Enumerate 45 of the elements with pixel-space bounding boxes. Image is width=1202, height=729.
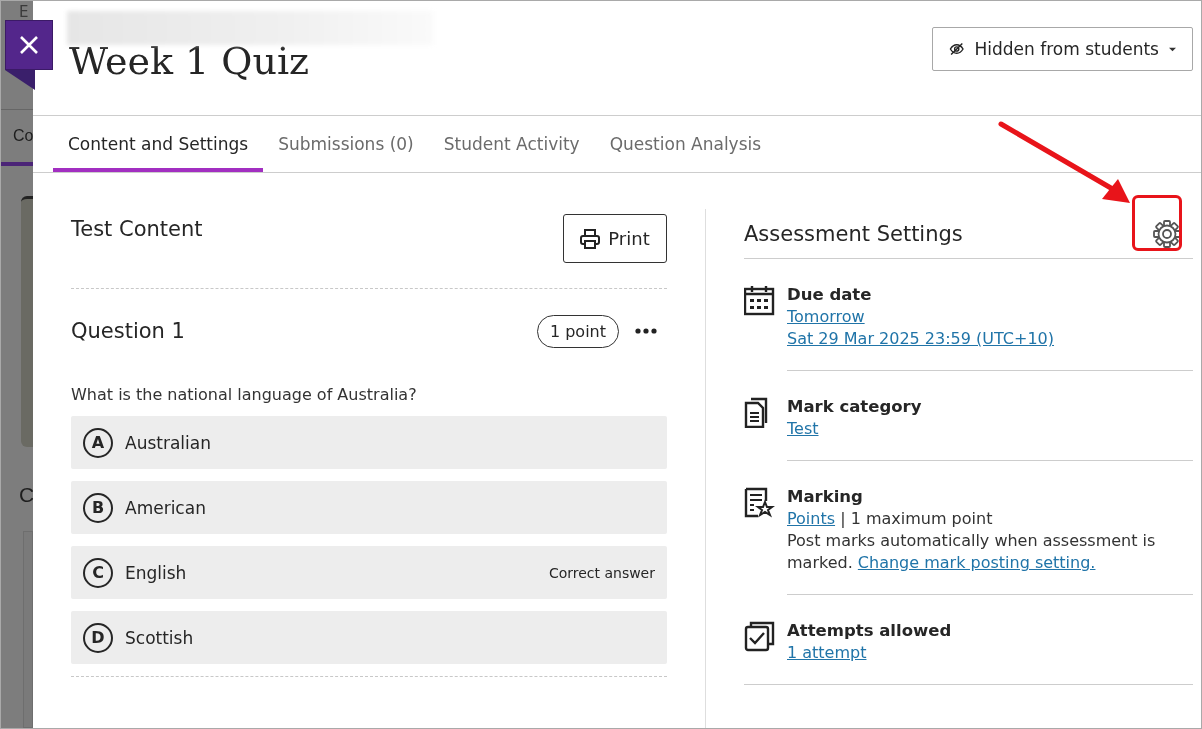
tab[interactable]: Question Analysis [594,120,777,172]
background-text: E [19,3,30,23]
setting-text: Points | 1 maximum point [787,508,994,530]
caret-icon [1169,46,1176,52]
section-heading: Assessment Settings [744,221,963,246]
more-icon [635,328,657,334]
answer-text: American [125,497,207,518]
setting-link[interactable]: Tomorrow [787,307,865,326]
answer-text: English [125,562,188,583]
visibility-dropdown[interactable]: Hidden from students [932,27,1193,71]
checkbox-stack-icon [744,621,775,652]
setting-link[interactable]: Test [787,419,819,438]
background-heading: C [19,483,33,507]
highlight-box [1132,195,1182,251]
answer-letter: B [83,492,113,523]
setting-link[interactable]: 1 attempt [787,643,867,662]
tab[interactable]: Content and Settings [53,120,264,172]
answer-letter: A [83,427,113,458]
setting-label: Attempts allowed [787,621,953,640]
close-button[interactable] [5,20,53,70]
question-text: What is the national language of Australia? [71,385,418,404]
document-star-icon [744,487,775,518]
close-icon [19,35,39,55]
tab[interactable]: Student Activity [428,120,595,172]
page-title: Week 1 Quiz [69,39,311,83]
question-title: Question 1 [71,319,185,343]
setting-label: Due date [787,285,873,304]
setting-link[interactable]: Sat 29 Mar 2025 23:59 (UTC+10) [787,329,1054,348]
answer-letter: C [83,557,113,588]
setting-link[interactable]: Change mark posting setting. [857,553,1096,572]
setting-text: Post marks automatically when assessment is marked. Change mark posting setting. [787,530,1157,574]
settings-icon [1153,219,1181,248]
setting-link[interactable]: Points [787,509,836,528]
print-button[interactable]: Print [563,214,667,263]
setting-label: Marking [787,487,864,506]
printer-icon [580,228,601,249]
section-heading: Test Content [71,217,203,241]
tab[interactable]: Submissions (0) [263,120,429,172]
correct-answer-label: Correct answer [548,564,655,581]
setting-label: Mark category [787,397,923,416]
calendar-icon [744,285,775,316]
answer-letter: D [83,622,113,653]
answer-text: Australian [125,432,212,453]
flag-corner [5,70,35,90]
answer-text: Scottish [125,627,195,648]
